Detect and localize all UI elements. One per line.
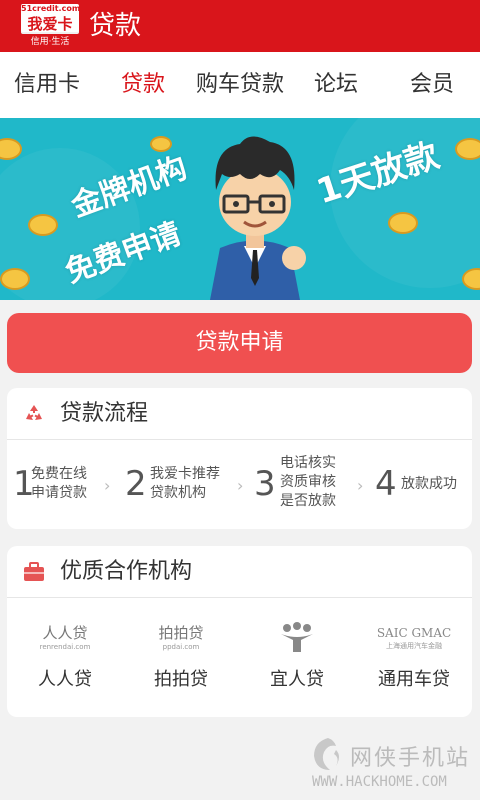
renrendai-logo: 人人贷 renrendai.com xyxy=(40,624,91,651)
tab-credit-card[interactable]: 信用卡 xyxy=(12,52,82,118)
step-text: 放款成功 xyxy=(401,476,457,492)
watermark-url: WWW.HACKHOME.COM xyxy=(312,774,447,790)
loan-apply-button[interactable]: 贷款申请 xyxy=(7,313,472,373)
step-number: 4 xyxy=(375,464,397,504)
logo-slogan: 信用·生活 xyxy=(30,37,70,47)
ppdai-logo: 拍拍贷 ppdai.com xyxy=(158,624,203,651)
logo-domain: 51credit.com xyxy=(21,4,81,14)
hackhome-logo-icon xyxy=(314,738,339,770)
logo-brand: 我爱卡 xyxy=(21,14,79,34)
process-step: 1 免费在线 申请贷款 › xyxy=(7,440,117,529)
card-header: 贷款流程 xyxy=(7,388,472,440)
coin-icon xyxy=(462,268,480,290)
coin-icon xyxy=(0,268,30,290)
step-text: 我爱卡推荐 贷款机构 xyxy=(150,466,220,501)
tab-forum[interactable]: 论坛 xyxy=(311,52,361,118)
promo-banner[interactable]: 金牌机构 免费申请 1天放款 xyxy=(0,118,480,300)
partner-ppdai[interactable]: 拍拍贷 ppdai.com 拍拍贷 xyxy=(123,598,239,717)
step-text: 免费在线 申请贷款 xyxy=(31,466,87,501)
card-header: 优质合作机构 xyxy=(7,546,472,598)
watermark: 网侠手机站 WWW.HACKHOME.COM xyxy=(310,734,480,800)
partners-card: 优质合作机构 人人贷 renrendai.com 人人贷 拍拍贷 ppdai.c… xyxy=(7,546,472,717)
chevron-right-icon: › xyxy=(104,476,111,495)
process-step: 2 我爱卡推荐 贷款机构 › xyxy=(119,440,243,529)
app-logo[interactable]: 51credit.com 我爱卡 信用·生活 xyxy=(20,4,80,48)
briefcase-icon xyxy=(24,562,44,581)
partner-name: 宜人贷 xyxy=(270,669,324,690)
step-text: 电话核实 资质审核 是否放款 xyxy=(280,455,336,509)
svg-text:人人贷: 人人贷 xyxy=(42,624,87,642)
coin-icon xyxy=(28,214,58,236)
loan-process-card: 贷款流程 1 免费在线 申请贷款 › 2 我爱卡推荐 贷款机构 › 3 电话核实… xyxy=(7,388,472,529)
process-step: 3 电话核实 资质审核 是否放款 › xyxy=(249,440,364,529)
cartoon-figure-icon xyxy=(210,136,306,300)
svg-text:ppdai.com: ppdai.com xyxy=(163,643,200,651)
step-number: 2 xyxy=(125,464,147,504)
yirendai-logo-icon xyxy=(281,622,313,652)
partner-gmac[interactable]: SAIC GMAC 上海通用汽车金融 通用车贷 xyxy=(356,598,472,717)
coin-icon xyxy=(0,138,22,160)
tab-member[interactable]: 会员 xyxy=(407,52,457,118)
svg-text:拍拍贷: 拍拍贷 xyxy=(158,624,203,642)
card-title: 优质合作机构 xyxy=(60,559,193,584)
coin-icon xyxy=(388,212,418,234)
partner-yirendai[interactable]: 宜人贷 xyxy=(239,598,355,717)
watermark-text: 网侠手机站 xyxy=(350,746,471,771)
card-title: 贷款流程 xyxy=(60,401,149,426)
svg-text:renrendai.com: renrendai.com xyxy=(40,643,91,651)
recycle-icon xyxy=(26,405,42,420)
svg-text:上海通用汽车金融: 上海通用汽车金融 xyxy=(386,641,442,650)
chevron-right-icon: › xyxy=(357,476,364,495)
page-title: 贷款 xyxy=(89,11,142,41)
saic-gmac-logo: SAIC GMAC 上海通用汽车金融 xyxy=(377,626,451,650)
partner-renrendai[interactable]: 人人贷 renrendai.com 人人贷 xyxy=(7,598,123,717)
process-step: 4 放款成功 xyxy=(371,440,472,529)
svg-text:SAIC GMAC: SAIC GMAC xyxy=(377,626,451,640)
nav-tabs: 信用卡 贷款 购车贷款 论坛 会员 xyxy=(0,52,480,118)
partner-name: 拍拍贷 xyxy=(154,669,208,690)
tab-loan[interactable]: 贷款 xyxy=(118,52,168,118)
chevron-right-icon: › xyxy=(237,476,244,495)
partner-name: 人人贷 xyxy=(38,669,92,690)
coin-icon xyxy=(455,138,480,160)
step-number: 3 xyxy=(254,464,276,504)
app-header: 51credit.com 我爱卡 信用·生活 贷款 xyxy=(0,0,480,52)
tab-car-loan[interactable]: 购车贷款 xyxy=(193,52,287,118)
partner-name: 通用车贷 xyxy=(378,669,450,690)
